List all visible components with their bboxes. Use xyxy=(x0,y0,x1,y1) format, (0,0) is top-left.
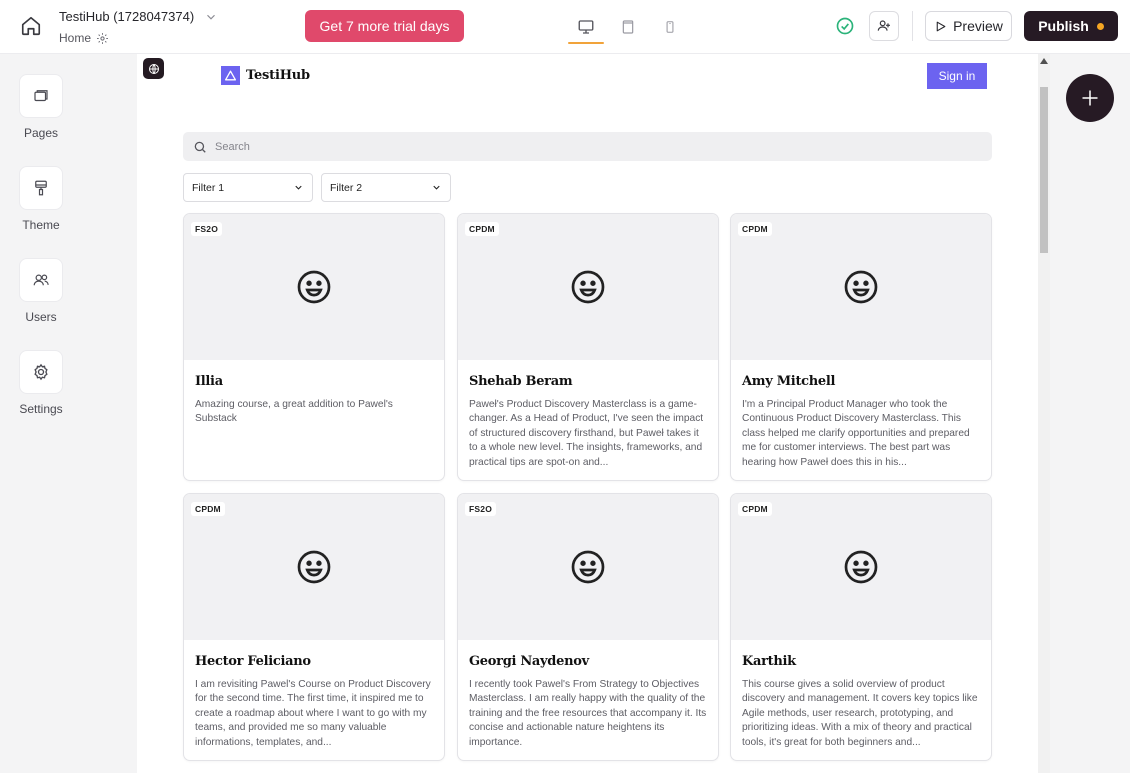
search-bar[interactable] xyxy=(183,132,992,161)
top-bar: TestiHub (1728047374) Home Get 7 more tr… xyxy=(0,0,1130,54)
sidebar-item-pages[interactable]: Pages xyxy=(0,74,82,140)
author-name: Amy Mitchell xyxy=(742,374,836,389)
author-name: Georgi Naydenov xyxy=(469,654,589,669)
brand-logo-icon xyxy=(221,66,240,85)
course-badge: CPDM xyxy=(738,502,772,516)
testimonial-card[interactable]: CPDM Shehab Beram Paweł's Product Discov… xyxy=(457,213,719,481)
site-selector[interactable]: TestiHub (1728047374) xyxy=(59,9,218,24)
course-badge: CPDM xyxy=(465,222,499,236)
gear-icon[interactable] xyxy=(96,32,109,45)
preview-label: Preview xyxy=(953,18,1003,34)
smiley-icon xyxy=(297,270,331,304)
sidebar-item-theme[interactable]: Theme xyxy=(0,166,82,232)
testimonial-card[interactable]: CPDM Hector Feliciano I am revisiting Pa… xyxy=(183,493,445,761)
sidebar-item-users[interactable]: Users xyxy=(0,258,82,324)
pages-icon xyxy=(19,74,63,118)
plus-icon xyxy=(1082,90,1098,106)
device-switcher xyxy=(568,10,688,44)
smiley-icon xyxy=(571,270,605,304)
sidebar-item-label: Settings xyxy=(19,402,63,416)
scroll-up-arrow-icon[interactable] xyxy=(1038,56,1050,66)
invite-user-button[interactable] xyxy=(869,11,899,41)
card-image-placeholder xyxy=(731,214,991,360)
right-panel xyxy=(1050,54,1130,773)
play-icon xyxy=(936,21,946,31)
gear-icon xyxy=(19,350,63,394)
smiley-icon xyxy=(297,550,331,584)
author-name: Karthik xyxy=(742,654,796,669)
scrollbar-thumb[interactable] xyxy=(1040,87,1048,253)
author-name: Hector Feliciano xyxy=(195,654,311,669)
mobile-view-button[interactable] xyxy=(652,10,688,44)
globe-icon xyxy=(148,63,159,74)
card-image-placeholder xyxy=(184,494,444,640)
add-block-button[interactable] xyxy=(1066,74,1114,122)
card-image-placeholder xyxy=(458,214,718,360)
desktop-view-button[interactable] xyxy=(568,10,604,44)
tablet-view-button[interactable] xyxy=(610,10,646,44)
page-name: Home xyxy=(59,31,92,45)
course-badge: FS2O xyxy=(465,502,497,516)
sidebar-item-label: Users xyxy=(25,310,57,324)
filter-2-select[interactable]: Filter 2 xyxy=(321,173,451,202)
sidebar-item-label: Pages xyxy=(23,126,59,140)
language-button[interactable] xyxy=(143,58,164,79)
author-name: Illia xyxy=(195,374,223,389)
canvas-scrollbar[interactable] xyxy=(1038,54,1050,773)
course-badge: CPDM xyxy=(738,222,772,236)
preview-button[interactable]: Preview xyxy=(925,11,1012,41)
course-badge: FS2O xyxy=(191,222,223,236)
paint-roller-icon xyxy=(19,166,63,210)
search-icon xyxy=(194,141,206,153)
home-button[interactable] xyxy=(14,9,48,43)
chevron-down-icon xyxy=(295,185,302,190)
publish-label: Publish xyxy=(1038,18,1089,34)
testimonial-card[interactable]: CPDM Amy Mitchell I'm a Principal Produc… xyxy=(730,213,992,481)
mobile-icon xyxy=(666,21,674,33)
testimonial-text: I recently took Pawel's From Strategy to… xyxy=(469,679,707,748)
smiley-icon xyxy=(844,550,878,584)
card-image-placeholder xyxy=(731,494,991,640)
divider xyxy=(912,11,913,41)
testimonial-card[interactable]: FS2O Illia Amazing course, a great addit… xyxy=(183,213,445,481)
chevron-down-icon xyxy=(204,10,218,24)
site-title: TestiHub (1728047374) xyxy=(59,9,195,24)
testimonial-card[interactable]: CPDM Karthik This course gives a solid o… xyxy=(730,493,992,761)
testimonial-text: I'm a Principal Product Manager who took… xyxy=(742,399,970,468)
sidebar-item-settings[interactable]: Settings xyxy=(0,350,82,416)
home-icon xyxy=(21,16,41,36)
page-selector[interactable]: Home xyxy=(59,31,109,45)
testimonial-text: Amazing course, a great addition to Pawe… xyxy=(195,399,393,425)
smiley-icon xyxy=(844,270,878,304)
author-name: Shehab Beram xyxy=(469,374,573,389)
saved-status-indicator xyxy=(834,15,856,37)
desktop-icon xyxy=(578,20,594,34)
testimonial-text: I am revisiting Pawel's Course on Produc… xyxy=(195,679,431,748)
site-brand[interactable]: TestiHub xyxy=(221,66,310,85)
users-icon xyxy=(19,258,63,302)
check-circle-icon xyxy=(836,17,854,35)
search-input[interactable] xyxy=(215,140,915,153)
brand-name: TestiHub xyxy=(246,68,310,83)
publish-button[interactable]: Publish xyxy=(1024,11,1118,41)
testimonial-text: Paweł's Product Discovery Masterclass is… xyxy=(469,399,704,468)
filter-label: Filter 2 xyxy=(330,181,363,194)
left-sidebar: Pages Theme Users Settings xyxy=(0,54,137,773)
smiley-icon xyxy=(571,550,605,584)
testimonial-card[interactable]: FS2O Georgi Naydenov I recently took Paw… xyxy=(457,493,719,761)
testimonial-text: This course gives a solid overview of pr… xyxy=(742,679,978,748)
card-image-placeholder xyxy=(184,214,444,360)
filter-label: Filter 1 xyxy=(192,181,225,194)
card-image-placeholder xyxy=(458,494,718,640)
filter-1-select[interactable]: Filter 1 xyxy=(183,173,313,202)
sign-in-button[interactable]: Sign in xyxy=(927,63,987,89)
trial-extension-button[interactable]: Get 7 more trial days xyxy=(305,10,464,42)
editor-canvas: TestiHub Sign in Filter 1 Filter 2 FS2O … xyxy=(137,54,1038,773)
tablet-icon xyxy=(622,20,634,34)
unpublished-changes-dot xyxy=(1096,22,1104,30)
sidebar-item-label: Theme xyxy=(22,218,60,232)
course-badge: CPDM xyxy=(191,502,225,516)
chevron-down-icon xyxy=(433,185,440,190)
add-user-icon xyxy=(877,20,890,31)
